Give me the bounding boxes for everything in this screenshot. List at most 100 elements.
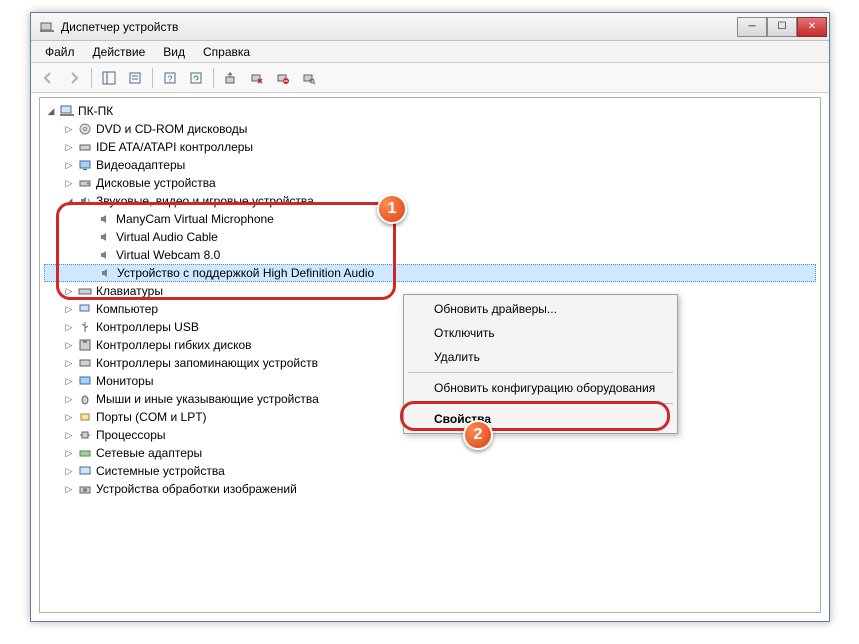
menu-help[interactable]: Справка bbox=[195, 43, 258, 61]
tree-node-dvd[interactable]: ▷DVD и CD-ROM дисководы bbox=[44, 120, 816, 138]
tree-node-imaging[interactable]: ▷ Устройства обработки изображений bbox=[44, 480, 816, 498]
tree-label: Дисковые устройства bbox=[96, 176, 216, 190]
tree-label: Видеоадаптеры bbox=[96, 158, 185, 172]
tree-label: Порты (COM и LPT) bbox=[96, 410, 207, 424]
window-buttons: ─ ☐ ✕ bbox=[737, 17, 827, 37]
minimize-button[interactable]: ─ bbox=[737, 17, 767, 37]
expand-icon[interactable]: ▷ bbox=[64, 412, 74, 423]
expand-icon[interactable]: ▷ bbox=[64, 286, 74, 297]
cpu-icon bbox=[77, 427, 93, 443]
tree-label: Устройства обработки изображений bbox=[96, 482, 297, 496]
properties-button[interactable] bbox=[124, 67, 146, 89]
tree-node-video[interactable]: ▷ Видеоадаптеры bbox=[44, 156, 816, 174]
tree-node-manycam[interactable]: ManyCam Virtual Microphone bbox=[44, 210, 816, 228]
menu-view[interactable]: Вид bbox=[155, 43, 193, 61]
help-button[interactable]: ? bbox=[159, 67, 181, 89]
tree-label: IDE ATA/ATAPI контроллеры bbox=[96, 140, 253, 154]
expand-icon[interactable]: ▷ bbox=[64, 304, 74, 315]
usb-icon bbox=[77, 319, 93, 335]
storage-icon bbox=[77, 355, 93, 371]
expand-icon[interactable]: ▷ bbox=[64, 358, 74, 369]
speaker-icon bbox=[97, 247, 113, 263]
camera-icon bbox=[77, 481, 93, 497]
drive-icon bbox=[77, 175, 93, 191]
monitor-icon bbox=[77, 373, 93, 389]
speaker-icon bbox=[77, 193, 93, 209]
update-driver-button[interactable] bbox=[220, 67, 242, 89]
collapse-icon[interactable]: ◢ bbox=[46, 106, 56, 117]
expand-icon[interactable]: ▷ bbox=[64, 322, 74, 333]
expand-icon[interactable]: ▷ bbox=[64, 430, 74, 441]
close-button[interactable]: ✕ bbox=[797, 17, 827, 37]
tree-node-ide[interactable]: ▷ IDE ATA/ATAPI контроллеры bbox=[44, 138, 816, 156]
app-icon bbox=[39, 19, 55, 35]
menu-file[interactable]: Файл bbox=[37, 43, 83, 61]
disc-icon bbox=[77, 121, 93, 137]
toolbar-separator bbox=[91, 68, 92, 88]
tree-label: ManyCam Virtual Microphone bbox=[116, 212, 274, 226]
refresh-button[interactable] bbox=[185, 67, 207, 89]
menu-action[interactable]: Действие bbox=[85, 43, 154, 61]
tree-label: Компьютер bbox=[96, 302, 158, 316]
context-menu: Обновить драйверы... Отключить Удалить О… bbox=[403, 294, 678, 434]
tree-node-net[interactable]: ▷ Сетевые адаптеры bbox=[44, 444, 816, 462]
system-icon bbox=[77, 463, 93, 479]
keyboard-icon bbox=[77, 283, 93, 299]
uninstall-button[interactable] bbox=[272, 67, 294, 89]
tree-label: Звуковые, видео и игровые устройства bbox=[96, 194, 314, 208]
tree-label: Системные устройства bbox=[96, 464, 225, 478]
menubar: Файл Действие Вид Справка bbox=[31, 41, 829, 63]
expand-icon[interactable]: ▷ bbox=[64, 394, 74, 405]
scan-hardware-button[interactable] bbox=[298, 67, 320, 89]
ctx-properties[interactable]: Свойства bbox=[406, 407, 675, 431]
collapse-icon[interactable]: ◢ bbox=[64, 196, 74, 207]
tree-node-vac[interactable]: Virtual Audio Cable bbox=[44, 228, 816, 246]
expand-icon[interactable]: ▷ bbox=[64, 160, 74, 171]
tree-root[interactable]: ◢ ПК-ПК bbox=[44, 102, 816, 120]
expand-icon[interactable]: ▷ bbox=[64, 124, 74, 135]
display-icon bbox=[77, 157, 93, 173]
annotation-badge-1: 1 bbox=[377, 194, 407, 224]
tree-label: Мыши и иные указывающие устройства bbox=[96, 392, 319, 406]
expand-icon[interactable]: ▷ bbox=[64, 466, 74, 477]
mouse-icon bbox=[77, 391, 93, 407]
tree-label: Virtual Audio Cable bbox=[116, 230, 218, 244]
expand-icon[interactable]: ▷ bbox=[64, 178, 74, 189]
annotation-badge-2: 2 bbox=[463, 420, 493, 450]
ctx-update-drivers[interactable]: Обновить драйверы... bbox=[406, 297, 675, 321]
expand-icon[interactable]: ▷ bbox=[64, 340, 74, 351]
tree-node-disk[interactable]: ▷ Дисковые устройства bbox=[44, 174, 816, 192]
tree-label: Процессоры bbox=[96, 428, 166, 442]
maximize-button[interactable]: ☐ bbox=[767, 17, 797, 37]
tree-label: ПК-ПК bbox=[78, 104, 113, 118]
tree-node-webcam[interactable]: Virtual Webcam 8.0 bbox=[44, 246, 816, 264]
computer-icon bbox=[59, 103, 75, 119]
toolbar-separator bbox=[152, 68, 153, 88]
computer-icon bbox=[77, 301, 93, 317]
ctx-delete[interactable]: Удалить bbox=[406, 345, 675, 369]
back-button[interactable] bbox=[37, 67, 59, 89]
ctx-disable[interactable]: Отключить bbox=[406, 321, 675, 345]
tree-label: Сетевые адаптеры bbox=[96, 446, 202, 460]
show-hide-tree-button[interactable] bbox=[98, 67, 120, 89]
tree-node-hda[interactable]: Устройство с поддержкой High Definition … bbox=[44, 264, 816, 282]
ctx-scan-hardware[interactable]: Обновить конфигурацию оборудования bbox=[406, 376, 675, 400]
tree-node-system[interactable]: ▷ Системные устройства bbox=[44, 462, 816, 480]
toolbar: ? bbox=[31, 63, 829, 93]
ctx-separator bbox=[408, 372, 673, 373]
expand-icon[interactable]: ▷ bbox=[64, 376, 74, 387]
network-icon bbox=[77, 445, 93, 461]
expand-icon[interactable]: ▷ bbox=[64, 448, 74, 459]
forward-button[interactable] bbox=[63, 67, 85, 89]
titlebar: Диспетчер устройств ─ ☐ ✕ bbox=[31, 13, 829, 41]
tree-label: Мониторы bbox=[96, 374, 153, 388]
tree-label: Устройство с поддержкой High Definition … bbox=[117, 266, 374, 280]
toolbar-separator bbox=[213, 68, 214, 88]
window-title: Диспетчер устройств bbox=[61, 20, 737, 34]
tree-node-sound[interactable]: ◢ Звуковые, видео и игровые устройства bbox=[44, 192, 816, 210]
expand-icon[interactable]: ▷ bbox=[64, 142, 74, 153]
svg-text:?: ? bbox=[167, 74, 172, 84]
speaker-icon bbox=[97, 211, 113, 227]
disable-button[interactable] bbox=[246, 67, 268, 89]
expand-icon[interactable]: ▷ bbox=[64, 484, 74, 495]
